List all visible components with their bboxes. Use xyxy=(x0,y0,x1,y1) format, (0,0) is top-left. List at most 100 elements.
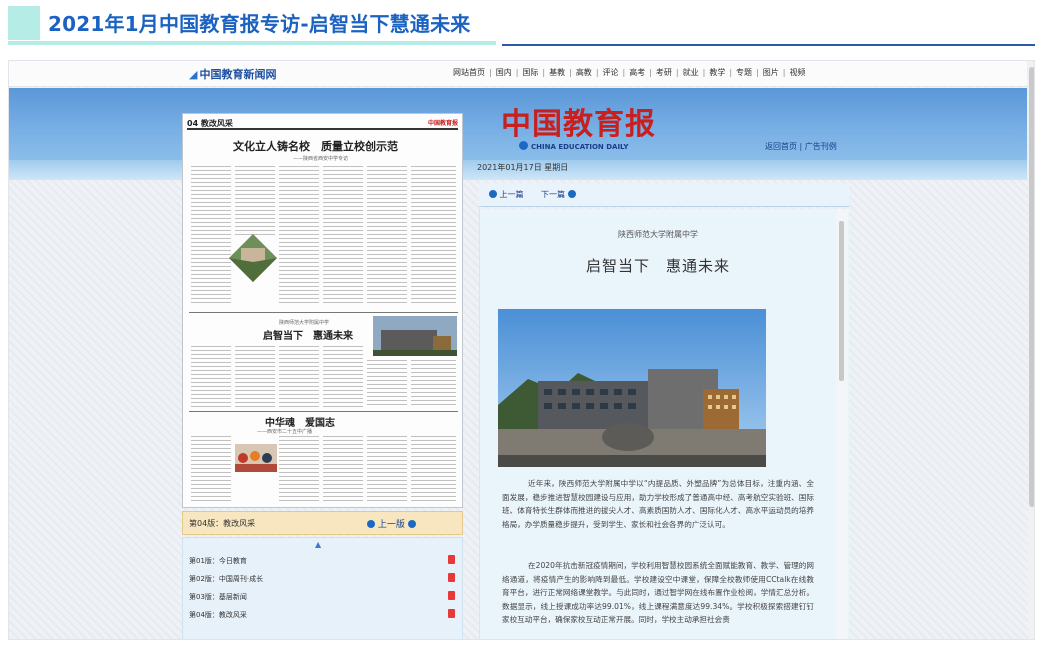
text-column xyxy=(323,166,363,306)
banner-underline xyxy=(8,41,496,45)
paper-photo-2 xyxy=(373,316,457,356)
article-paragraph-2: 在2020年抗击新冠疫情期间，学校利用智慧校园系统全面赋能教育、教学、管理的网络… xyxy=(502,561,814,625)
edition-list: ▲ 第01版：今日教育 第02版：中国周刊·成长 第03版：基层新闻 第04版：… xyxy=(182,537,463,639)
edition-item[interactable]: 第02版：中国周刊·成长 xyxy=(189,573,457,584)
article-paragraph-1: 近年来，陕西师范大学附属中学以“内提品质、外塑品牌”为总体目标，注重内涵、全面发… xyxy=(502,479,814,529)
nav-separator: | xyxy=(515,68,519,77)
nav-separator: | xyxy=(489,68,492,77)
issue-date: 2021年01月17日 星期日 xyxy=(477,163,569,172)
article-nav: 上一篇 下一篇 xyxy=(479,183,849,207)
globe-icon xyxy=(519,141,528,150)
nav-links: 网站首页 | 国内 | 国际 | 基教 | 高教 | 评论 | 高考 | 考研 | 就业 | 教学 | 专题 | 图片 | 视频 xyxy=(453,67,805,78)
scroll-thumb[interactable] xyxy=(1029,67,1034,507)
paper-page-header: 04 教改风采 中国教育报 xyxy=(187,119,458,130)
nav-link[interactable]: 专题 xyxy=(736,68,752,77)
text-column xyxy=(235,166,275,236)
edition-item[interactable]: 第03版：基层新闻 xyxy=(189,591,457,602)
edition-item[interactable]: 第04版：教改风采 xyxy=(189,609,457,620)
text-column xyxy=(411,166,456,306)
nav-separator: | xyxy=(569,68,572,77)
text-column xyxy=(279,346,319,408)
paper-photo-3 xyxy=(235,444,277,472)
prev-arrow-icon xyxy=(489,190,497,198)
prev-arrow-icon xyxy=(367,520,375,528)
nav-separator: | xyxy=(649,68,652,77)
masthead-links[interactable]: 返回首页 | 广告刊例 xyxy=(765,141,837,152)
paper-subhead-1: ——陕西省西安中学专访 xyxy=(293,156,349,162)
nav-link[interactable]: 国际 xyxy=(522,68,538,77)
nav-separator: | xyxy=(542,68,546,77)
nav-separator: | xyxy=(595,68,599,77)
newspaper-page-thumbnail[interactable]: 04 教改风采 中国教育报 文化立人铸名校 质量立校创示范 ——陕西省西安中学专… xyxy=(182,113,463,508)
text-column xyxy=(323,436,363,504)
site-top-nav: ◢ 中国教育新闻网 网站首页 | 国内 | 国际 | 基教 | 高教 | 评论 | 高考 | 考研 | 就业 | 教学… xyxy=(9,61,1027,87)
paper-rule xyxy=(189,312,458,313)
nav-link[interactable]: 高教 xyxy=(576,68,592,77)
article-scrollbar[interactable] xyxy=(836,209,848,639)
nav-separator: | xyxy=(702,68,706,77)
paper-brand: 中国教育报 xyxy=(427,120,458,127)
nav-link[interactable]: 就业 xyxy=(683,68,699,77)
current-edition: 第04版：教改风采 xyxy=(189,519,256,528)
article-school: 陕西师范大学附属中学 xyxy=(618,230,698,239)
site-logo-text: 中国教育新闻网 xyxy=(199,68,277,81)
paper-headline-3: 中华魂 爱国志 xyxy=(265,418,335,429)
next-arrow-icon xyxy=(567,190,576,198)
masthead-title: 中国教育报 xyxy=(501,107,656,142)
nav-link[interactable]: 教学 xyxy=(709,68,725,77)
nav-link[interactable]: 评论 xyxy=(603,68,619,77)
text-column xyxy=(367,436,407,504)
pdf-icon[interactable] xyxy=(448,609,455,618)
edition-bar: 第04版：教改风采 上一版 xyxy=(182,511,463,535)
article-title: 启智当下 惠通未来 xyxy=(585,257,730,275)
newspaper-screenshot: ◢ 中国教育新闻网 网站首页 | 国内 | 国际 | 基教 | 高教 | 评论 | 高考 | 考研 | 就业 | 教学… xyxy=(8,60,1035,640)
nav-separator: | xyxy=(782,68,786,77)
article-panel: 陕西师范大学附属中学 启智当下 惠通未来 近年来，陕西师范大学附属中学以“内提品… xyxy=(479,209,849,639)
header-banner: 2021年1月中国教育报专访-启智当下慧通未来 xyxy=(0,0,1043,56)
pdf-icon[interactable] xyxy=(448,555,455,564)
text-column xyxy=(191,166,231,306)
edition-item[interactable]: 第01版：今日教育 xyxy=(189,555,457,566)
site-logo[interactable]: ◢ 中国教育新闻网 xyxy=(189,66,276,82)
nav-link[interactable]: 图片 xyxy=(763,68,779,77)
text-column xyxy=(323,346,363,408)
text-column xyxy=(191,436,231,504)
text-column xyxy=(279,436,319,504)
text-column xyxy=(367,360,407,408)
nav-separator: | xyxy=(756,68,759,77)
text-column xyxy=(191,346,231,408)
page-scrollbar[interactable] xyxy=(1028,61,1034,639)
banner-divider xyxy=(502,44,1035,46)
nav-link[interactable]: 高考 xyxy=(629,68,645,77)
nav-link[interactable]: 网站首页 xyxy=(453,68,485,77)
nav-link[interactable]: 基教 xyxy=(549,68,565,77)
collapse-caret-icon[interactable]: ▲ xyxy=(315,540,321,549)
swirl-logo-icon: ◢ xyxy=(189,68,198,81)
text-column xyxy=(235,346,275,408)
pdf-icon[interactable] xyxy=(448,573,455,582)
paper-rule xyxy=(189,411,458,412)
paper-headline-2: 启智当下 惠通未来 xyxy=(263,331,353,342)
banner-accent-square xyxy=(8,6,40,40)
prev-edition-button[interactable]: 上一版 xyxy=(367,517,416,530)
scroll-thumb[interactable] xyxy=(839,221,844,381)
pdf-icon[interactable] xyxy=(448,591,455,600)
nav-link[interactable]: 视频 xyxy=(789,68,805,77)
paper-headline-1: 文化立人铸名校 质量立校创示范 xyxy=(233,140,398,153)
text-column xyxy=(411,360,456,408)
page-title: 2021年1月中国教育报专访-启智当下慧通未来 xyxy=(48,12,471,36)
paper-school: 陕西师范大学附属中学 xyxy=(279,320,330,326)
paper-photo-1 xyxy=(227,232,279,284)
nav-separator: | xyxy=(729,68,733,77)
text-column xyxy=(367,166,407,306)
nav-separator: | xyxy=(622,68,626,77)
nav-link[interactable]: 国内 xyxy=(496,68,512,77)
prev-article-button[interactable]: 上一篇 xyxy=(489,189,524,200)
paper-subhead-3: ——西安市二十五中广播 xyxy=(257,429,313,435)
next-article-button[interactable]: 下一篇 xyxy=(541,189,576,200)
nav-link[interactable]: 考研 xyxy=(656,68,672,77)
article-photo xyxy=(498,309,766,467)
masthead-english: CHINA EDUCATION DAILY xyxy=(519,141,629,151)
nav-separator: | xyxy=(675,68,679,77)
text-column xyxy=(411,436,456,504)
